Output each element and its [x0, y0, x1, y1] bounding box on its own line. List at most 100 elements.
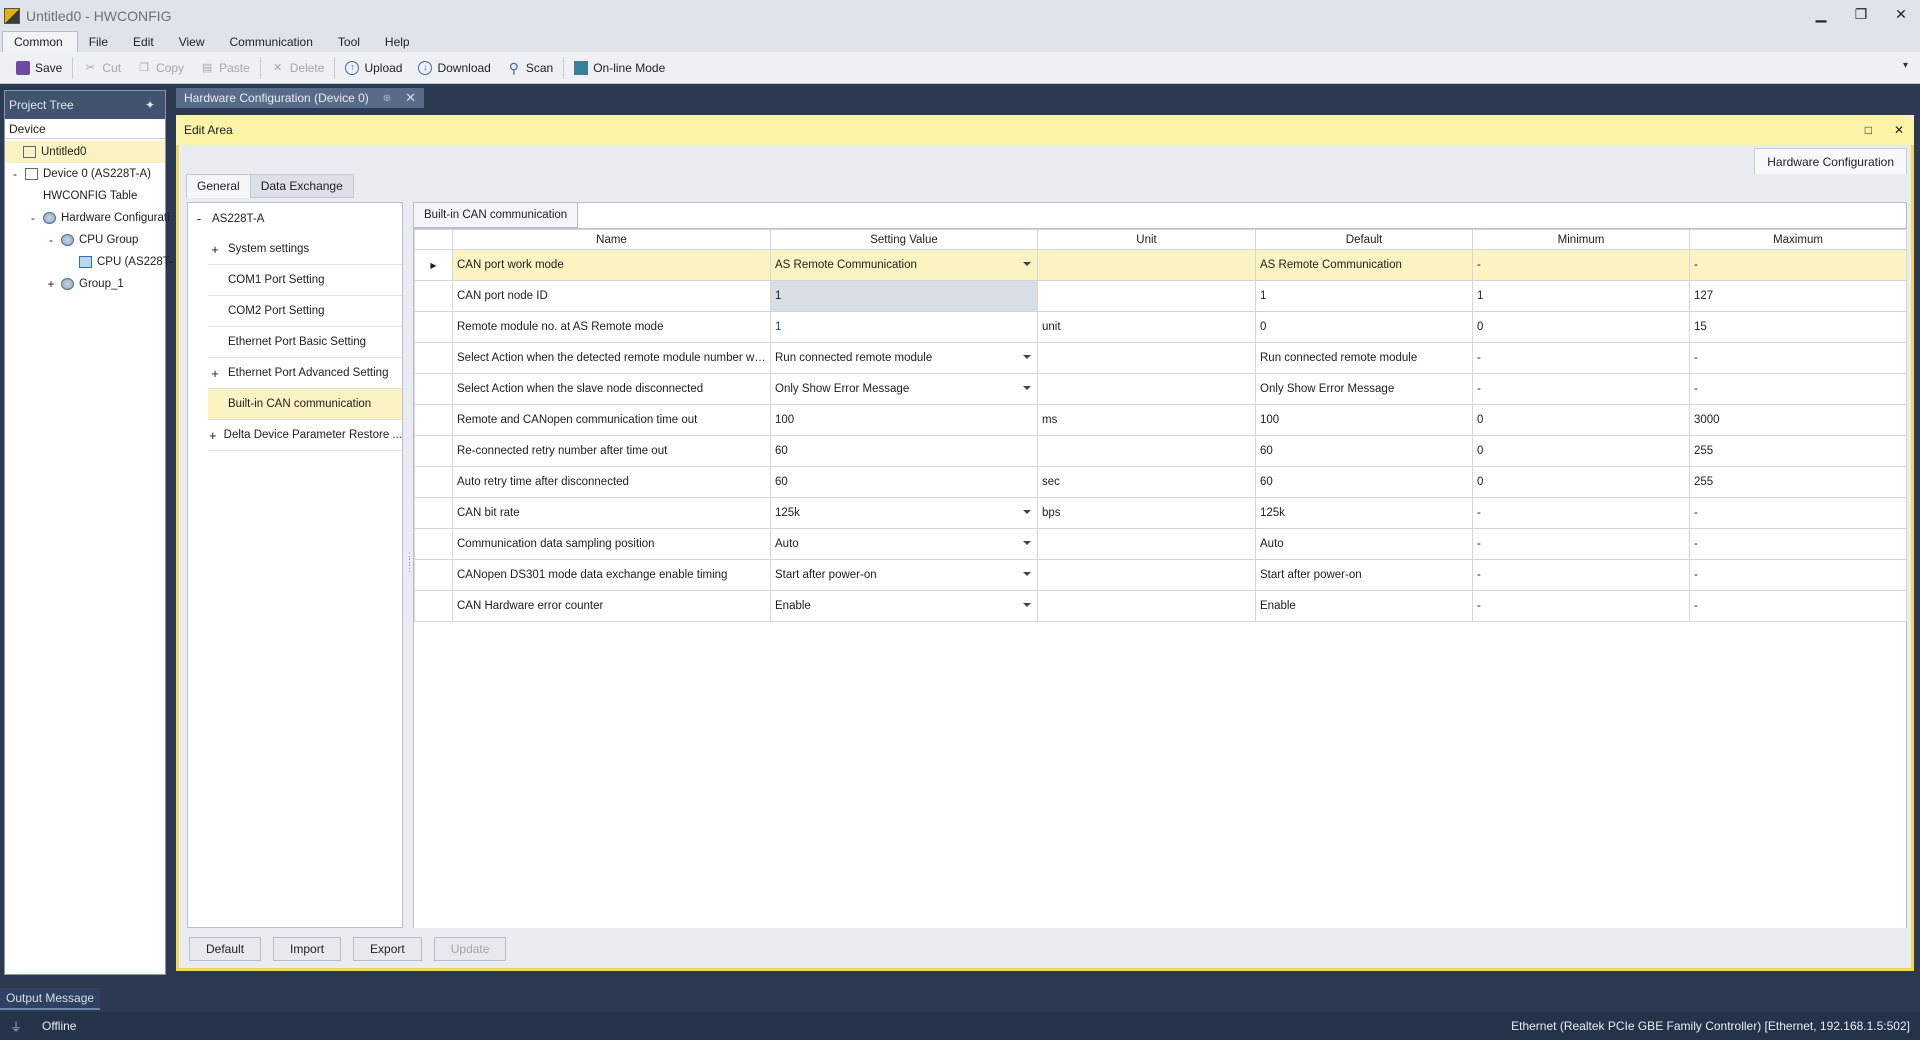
download-button[interactable]: ↓ Download: [410, 56, 498, 80]
setting-value-input[interactable]: 1: [770, 311, 1038, 343]
setting-value-input[interactable]: 100: [770, 404, 1038, 436]
tree-item-untitled0[interactable]: Untitled0: [5, 141, 165, 163]
menu-communication[interactable]: Communication: [219, 32, 327, 52]
pin-icon[interactable]: ✦: [145, 98, 155, 112]
column-header-unit[interactable]: Unit: [1037, 229, 1256, 250]
menu-edit[interactable]: Edit: [122, 32, 168, 52]
close-tab-icon[interactable]: ✕: [405, 90, 416, 106]
table-row[interactable]: Communication data sampling position Aut…: [414, 528, 1907, 560]
menu-file[interactable]: File: [78, 32, 122, 52]
tree-item-label: Group_1: [79, 278, 124, 290]
paste-button[interactable]: ▤ Paste: [192, 56, 258, 80]
table-row[interactable]: Remote module no. at AS Remote mode 1 un…: [414, 311, 1907, 343]
table-row[interactable]: Remote and CANopen communication time ou…: [414, 404, 1907, 436]
dropdown-arrow-icon[interactable]: [1023, 386, 1031, 390]
scan-button[interactable]: ⚲ Scan: [499, 56, 561, 80]
setting-value-dropdown[interactable]: Enable: [770, 590, 1038, 622]
expand-toggle[interactable]: +: [208, 366, 222, 381]
table-row[interactable]: Re-connected retry number after time out…: [414, 435, 1907, 467]
delete-button[interactable]: ✕ Delete: [263, 56, 333, 80]
paste-label: Paste: [219, 60, 250, 75]
dropdown-arrow-icon[interactable]: [1023, 262, 1031, 266]
close-window-button[interactable]: ✕: [1892, 6, 1910, 23]
menu-help[interactable]: Help: [374, 32, 424, 52]
dropdown-arrow-icon[interactable]: [1023, 541, 1031, 545]
setting-value-input[interactable]: 60: [770, 466, 1038, 498]
upload-button[interactable]: ↑ Upload: [337, 56, 410, 80]
collapse-toggle[interactable]: -: [45, 233, 57, 247]
expand-toggle[interactable]: +: [208, 428, 218, 443]
column-header-default[interactable]: Default: [1255, 229, 1473, 250]
splitter-handle[interactable]: ⋮ ⋮ ⋮: [405, 552, 414, 577]
online-mode-button[interactable]: On-line Mode: [566, 56, 673, 80]
table-row[interactable]: CANopen DS301 mode data exchange enable …: [414, 559, 1907, 591]
toolbar-overflow-icon[interactable]: ▾: [1903, 60, 1908, 71]
settings-item-builtin-can[interactable]: Built-in CAN communication: [208, 389, 402, 420]
menu-common[interactable]: Common: [2, 31, 78, 52]
table-row[interactable]: Auto retry time after disconnected 60 se…: [414, 466, 1907, 498]
tab-hardware-configuration[interactable]: Hardware Configuration: [1754, 148, 1907, 174]
close-icon[interactable]: ✕: [1894, 123, 1904, 137]
minimize-button[interactable]: ▁: [1812, 6, 1830, 23]
restore-button[interactable]: ❐: [1852, 6, 1870, 23]
tree-item-hardware-configuration[interactable]: - Hardware Configurati: [27, 207, 170, 229]
table-row[interactable]: Select Action when the slave node discon…: [414, 373, 1907, 405]
column-header-minimum[interactable]: Minimum: [1472, 229, 1690, 250]
table-row[interactable]: CAN port node ID 1 1 1 127: [414, 280, 1907, 312]
column-header-name[interactable]: Name: [452, 229, 771, 250]
settings-item-ethernet-basic[interactable]: Ethernet Port Basic Setting: [208, 327, 402, 358]
update-button[interactable]: Update: [433, 937, 507, 961]
setting-value-dropdown[interactable]: 125k: [770, 497, 1038, 529]
collapse-toggle[interactable]: -: [192, 211, 206, 226]
column-header-maximum[interactable]: Maximum: [1689, 229, 1907, 250]
setting-value-input[interactable]: 60: [770, 435, 1038, 467]
cut-button[interactable]: ✂ Cut: [75, 56, 129, 80]
settings-item-ethernet-advanced[interactable]: + Ethernet Port Advanced Setting: [208, 358, 402, 389]
tree-item-cpu[interactable]: CPU (AS228T-: [79, 251, 173, 273]
tab-builtin-can-communication[interactable]: Built-in CAN communication: [413, 202, 579, 228]
menu-tool[interactable]: Tool: [327, 32, 374, 52]
collapse-toggle[interactable]: -: [27, 211, 39, 225]
dropdown-arrow-icon[interactable]: [1023, 355, 1031, 359]
dropdown-arrow-icon[interactable]: [1023, 603, 1031, 607]
export-button[interactable]: Export: [353, 937, 422, 961]
tab-data-exchange[interactable]: Data Exchange: [249, 174, 354, 198]
setting-value-dropdown[interactable]: Start after power-on: [770, 559, 1038, 591]
settings-item-system-settings[interactable]: + System settings: [208, 234, 402, 265]
settings-item-com1[interactable]: COM1 Port Setting: [208, 265, 402, 296]
tab-hardware-configuration-device0[interactable]: Hardware Configuration (Device 0) ⊕ ✕: [176, 88, 425, 108]
document-tabs: Hardware Configuration (Device 0) ⊕ ✕: [176, 88, 425, 108]
expand-toggle[interactable]: +: [45, 277, 57, 291]
setting-value-dropdown[interactable]: Only Show Error Message: [770, 373, 1038, 405]
row-gutter: [414, 435, 453, 467]
collapse-toggle[interactable]: -: [9, 167, 21, 181]
expand-toggle[interactable]: +: [208, 242, 222, 257]
table-row[interactable]: Select Action when the detected remote m…: [414, 342, 1907, 374]
tab-general[interactable]: General: [186, 174, 251, 198]
dropdown-arrow-icon[interactable]: [1023, 510, 1031, 514]
tab-output-message[interactable]: Output Message: [0, 988, 101, 1010]
settings-item-com2[interactable]: COM2 Port Setting: [208, 296, 402, 327]
column-header-setting-value[interactable]: Setting Value: [770, 229, 1038, 250]
settings-item-delta-restore[interactable]: + Delta Device Parameter Restore ...: [208, 420, 402, 451]
pin-icon[interactable]: ⊕: [383, 93, 391, 104]
dropdown-arrow-icon[interactable]: [1023, 572, 1031, 576]
copy-button[interactable]: ❐ Copy: [129, 56, 192, 80]
setting-value-input[interactable]: 1: [770, 280, 1038, 312]
setting-value-dropdown[interactable]: AS Remote Communication: [770, 249, 1038, 281]
save-button[interactable]: Save: [8, 56, 70, 80]
table-row[interactable]: ▶ CAN port work mode AS Remote Communica…: [414, 249, 1907, 281]
table-row[interactable]: CAN bit rate 125k bps 125k - -: [414, 497, 1907, 529]
setting-value-dropdown[interactable]: Run connected remote module: [770, 342, 1038, 374]
settings-root[interactable]: - AS228T-A: [188, 203, 402, 234]
maximize-icon[interactable]: □: [1865, 123, 1872, 137]
tree-item-hwconfig-table[interactable]: HWCONFIG Table: [43, 185, 137, 207]
table-row[interactable]: CAN Hardware error counter Enable Enable…: [414, 590, 1907, 622]
tree-item-device0[interactable]: - Device 0 (AS228T-A): [9, 163, 151, 185]
menu-view[interactable]: View: [168, 32, 219, 52]
tree-item-group1[interactable]: + Group_1: [45, 273, 124, 295]
import-button[interactable]: Import: [273, 937, 342, 961]
default-button[interactable]: Default: [189, 937, 262, 961]
setting-value-dropdown[interactable]: Auto: [770, 528, 1038, 560]
tree-item-cpu-group[interactable]: - CPU Group: [45, 229, 138, 251]
